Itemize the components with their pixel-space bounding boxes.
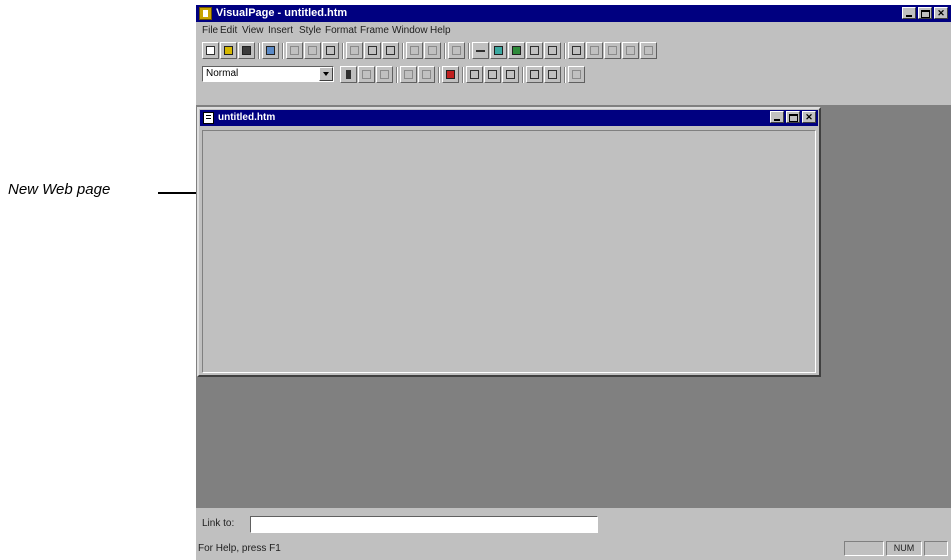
align-right-button[interactable] — [502, 66, 519, 83]
frame-split-button[interactable] — [382, 42, 399, 59]
frame-left-button[interactable] — [346, 42, 363, 59]
paragraph-style-select[interactable]: Normal — [202, 66, 334, 82]
document-window: untitled.htm ✕ — [197, 107, 821, 377]
split-cells-button[interactable] — [640, 42, 657, 59]
link-to-input[interactable] — [250, 516, 598, 533]
formatting-toolbar: Normal — [196, 64, 951, 86]
link-edit-button[interactable] — [424, 42, 441, 59]
insert-row-button[interactable] — [586, 42, 603, 59]
increase-font-button[interactable] — [418, 66, 435, 83]
italic-button[interactable] — [358, 66, 375, 83]
status-num-indicator: NUM — [886, 541, 922, 556]
merge-cells-button[interactable] — [622, 42, 639, 59]
menu-style[interactable]: Style — [299, 25, 321, 36]
doc-close-button[interactable]: ✕ — [802, 111, 816, 123]
menu-bar: File Edit View Insert Style Format Frame… — [196, 23, 951, 39]
chevron-down-icon[interactable] — [319, 67, 333, 81]
status-panel-caps — [844, 541, 884, 556]
app-logo-icon[interactable] — [199, 7, 212, 20]
paragraph-style-value: Normal — [206, 68, 239, 79]
link-to-label: Link to: — [202, 518, 235, 529]
link-bar: Link to: — [196, 512, 951, 536]
menu-format[interactable]: Format — [325, 25, 357, 36]
document-titlebar[interactable]: untitled.htm ✕ — [200, 110, 818, 126]
list-button[interactable] — [568, 66, 585, 83]
document-icon[interactable] — [203, 112, 214, 124]
menu-view[interactable]: View — [242, 25, 264, 36]
app-titlebar[interactable]: VisualPage - untitled.htm ✕ — [196, 5, 951, 22]
document-title: untitled.htm — [218, 112, 276, 123]
plugin-button[interactable] — [508, 42, 525, 59]
horizontal-rule-button[interactable] — [472, 42, 489, 59]
menu-insert[interactable]: Insert — [268, 25, 293, 36]
app-window: VisualPage - untitled.htm ✕ File Edit Vi… — [196, 5, 951, 560]
close-button[interactable]: ✕ — [934, 7, 948, 19]
status-bar: For Help, press F1 NUM — [196, 540, 951, 558]
menu-window[interactable]: Window — [392, 25, 428, 36]
menu-edit[interactable]: Edit — [220, 25, 237, 36]
open-button[interactable] — [220, 42, 237, 59]
java-button[interactable] — [526, 42, 543, 59]
decrease-font-button[interactable] — [400, 66, 417, 83]
save-button[interactable] — [238, 42, 255, 59]
insert-column-button[interactable] — [604, 42, 621, 59]
workspace: untitled.htm ✕ — [196, 105, 951, 508]
hyperlink-button[interactable] — [448, 42, 465, 59]
teletype-button[interactable] — [376, 66, 393, 83]
status-panel-scroll — [924, 541, 948, 556]
menu-frame[interactable]: Frame — [360, 25, 389, 36]
menu-file[interactable]: File — [202, 25, 218, 36]
image-button[interactable] — [490, 42, 507, 59]
status-text: For Help, press F1 — [198, 543, 281, 554]
copy-button[interactable] — [304, 42, 321, 59]
outdent-button[interactable] — [526, 66, 543, 83]
text-color-button[interactable] — [442, 66, 459, 83]
menu-help[interactable]: Help — [430, 25, 451, 36]
paste-button[interactable] — [322, 42, 339, 59]
document-edit-area[interactable] — [202, 130, 816, 373]
align-center-button[interactable] — [484, 66, 501, 83]
new-page-button[interactable] — [202, 42, 219, 59]
cut-button[interactable] — [286, 42, 303, 59]
preview-button[interactable] — [262, 42, 279, 59]
minimize-button[interactable] — [902, 7, 916, 19]
doc-maximize-button[interactable] — [786, 111, 800, 123]
standard-toolbar — [196, 40, 951, 62]
maximize-button[interactable] — [918, 7, 932, 19]
indent-button[interactable] — [544, 66, 561, 83]
doc-minimize-button[interactable] — [770, 111, 784, 123]
anchor-button[interactable] — [544, 42, 561, 59]
callout-label: New Web page — [8, 181, 111, 198]
table-button[interactable] — [568, 42, 585, 59]
align-left-button[interactable] — [466, 66, 483, 83]
frame-top-button[interactable] — [364, 42, 381, 59]
bold-button[interactable] — [340, 66, 357, 83]
app-title: VisualPage - untitled.htm — [216, 7, 348, 19]
form-button[interactable] — [406, 42, 423, 59]
